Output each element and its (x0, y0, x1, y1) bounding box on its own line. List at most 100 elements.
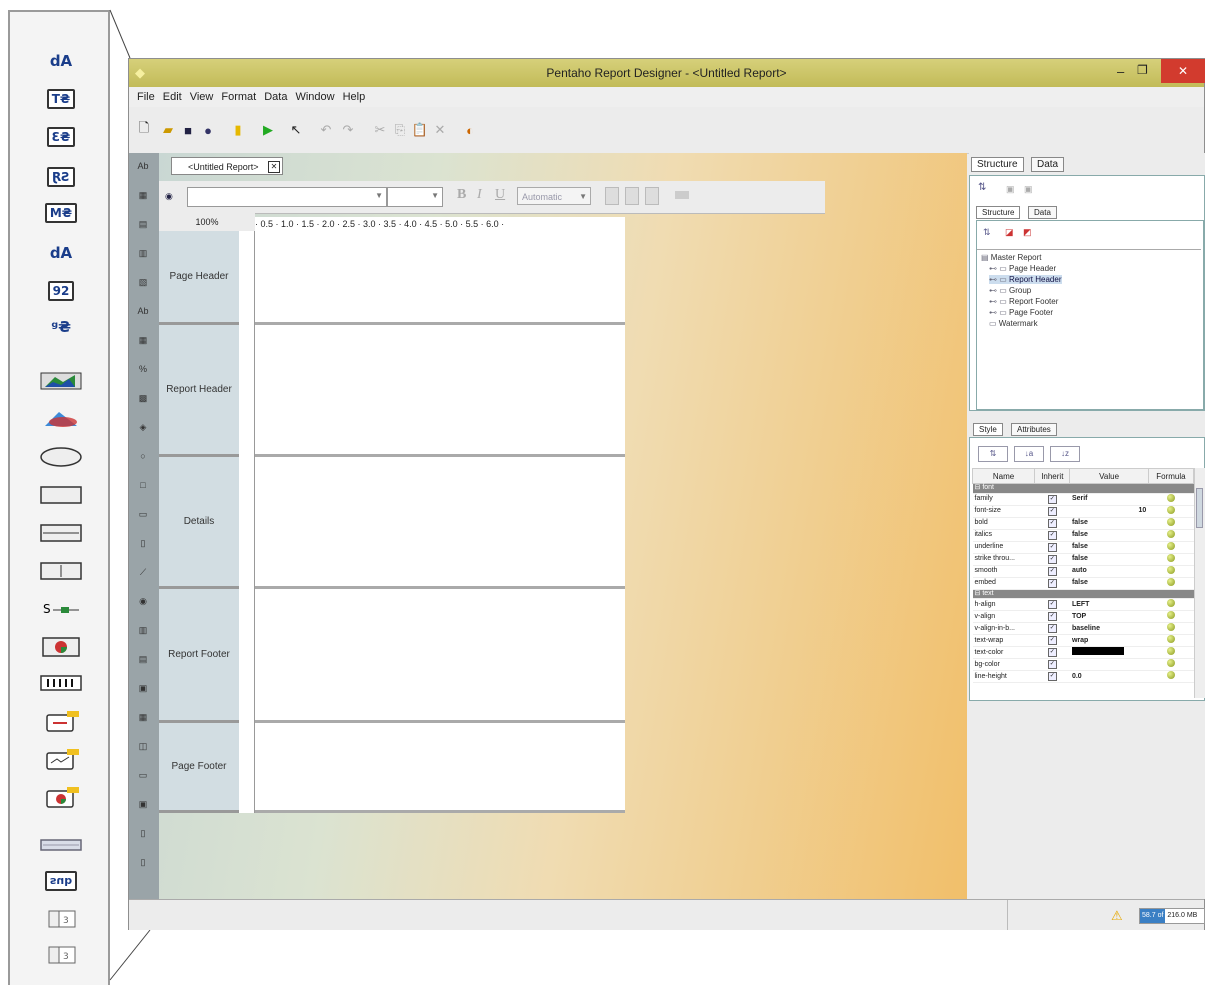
inherit-checkbox[interactable]: ✓ (1047, 566, 1057, 576)
property-value[interactable]: false (1069, 529, 1149, 542)
element-tool-8-icon[interactable]: ▩ (136, 393, 150, 405)
column-header-inherit[interactable]: Inherit (1034, 468, 1071, 484)
run-icon[interactable]: ▶ (259, 121, 277, 139)
formula-icon[interactable] (1166, 577, 1175, 586)
element-tool-12-icon[interactable]: ▭ (136, 509, 150, 521)
font-color-select[interactable]: Automatic ▼ (517, 187, 591, 205)
report-tab[interactable]: <Untitled Report> ✕ (171, 157, 283, 175)
properties-scrollbar[interactable] (1194, 468, 1205, 698)
tree-node-watermark[interactable]: ▭ Watermark (989, 319, 1038, 328)
formula-icon[interactable] (1166, 517, 1175, 526)
cut-icon[interactable]: ✂ (371, 121, 389, 139)
inherit-checkbox[interactable]: ✓ (1047, 636, 1057, 645)
align-left-button[interactable] (605, 187, 619, 205)
tab-structure[interactable]: Structure (971, 157, 1024, 172)
formula-icon[interactable] (1166, 611, 1175, 619)
tree-node-page-header[interactable]: ⊷ ▭ Page Header (989, 264, 1056, 273)
element-tool-7-icon[interactable]: % (136, 364, 150, 376)
tab-data[interactable]: Data (1031, 157, 1065, 172)
inherit-checkbox[interactable]: ✓ (1047, 660, 1057, 669)
sort-icon[interactable]: ⇅ (978, 182, 986, 193)
element-tool-19-icon[interactable]: ▦ (136, 712, 150, 724)
justify-button[interactable] (675, 191, 689, 199)
align-center-button[interactable] (625, 187, 639, 205)
scroll-thumb[interactable] (1196, 488, 1203, 528)
align-right-button[interactable] (645, 187, 659, 205)
inherit-checkbox[interactable]: ✓ (1047, 648, 1057, 657)
tab-inner-structure[interactable]: Structure (976, 206, 1021, 219)
property-row[interactable]: smooth ✓ auto (972, 565, 1194, 578)
property-row[interactable]: italics ✓ false (972, 529, 1194, 542)
tab-inner-data[interactable]: Data (1028, 206, 1057, 219)
inherit-checkbox[interactable]: ✓ (1047, 494, 1057, 504)
element-tool-15-icon[interactable]: ◉ (136, 596, 150, 608)
element-tool-21-icon[interactable]: ▭ (136, 770, 150, 782)
collapse-icon[interactable]: ⊟ (975, 590, 981, 597)
datasource-icon[interactable]: ▮ (229, 121, 247, 139)
inherit-checkbox[interactable]: ✓ (1047, 600, 1057, 609)
property-value[interactable]: TOP (1069, 610, 1149, 623)
select-icon[interactable]: ↖ (287, 121, 305, 139)
sort-za-icon[interactable]: ↓z (1050, 446, 1080, 462)
inherit-checkbox[interactable]: ✓ (1047, 672, 1057, 681)
band-label-page-header[interactable]: Page Header (159, 231, 239, 325)
property-row[interactable]: text-wrap ✓ wrap (972, 634, 1194, 647)
inherit-checkbox[interactable]: ✓ (1047, 554, 1057, 564)
property-value[interactable]: false (1069, 577, 1149, 590)
redo-icon[interactable]: ↷ (339, 121, 357, 139)
column-header-value[interactable]: Value (1069, 468, 1149, 484)
inherit-checkbox[interactable]: ✓ (1047, 542, 1057, 552)
formula-icon[interactable] (1166, 505, 1175, 514)
inherit-checkbox[interactable]: ✓ (1047, 612, 1057, 621)
publish-icon[interactable]: ● (199, 121, 217, 139)
band-label-page-footer[interactable]: Page Footer (159, 723, 239, 813)
element-tool-0-icon[interactable]: Ab (136, 161, 150, 173)
element-tool-14-icon[interactable]: ⟋ (136, 567, 150, 579)
menu-window[interactable]: Window (295, 91, 334, 103)
menu-help[interactable]: Help (343, 91, 366, 103)
tree-node-report-header[interactable]: ⊷ ▭ Report Header (989, 275, 1062, 284)
band-label-report-header[interactable]: Report Header (159, 325, 239, 457)
new-icon[interactable]: 🗋 (135, 120, 153, 139)
formula-icon[interactable] (1166, 529, 1175, 538)
band-label-details[interactable]: Details (159, 457, 239, 589)
tab-style[interactable]: Style (973, 423, 1003, 436)
column-header-name[interactable]: Name (971, 468, 1036, 484)
property-value[interactable]: false (1069, 541, 1149, 554)
restore-button[interactable]: ❐ (1137, 63, 1148, 77)
element-tool-16-icon[interactable]: ▥ (136, 625, 150, 637)
property-row[interactable]: font-size ✓ 10 (972, 505, 1194, 518)
menu-data[interactable]: Data (264, 91, 287, 103)
minimize-button[interactable]: – (1117, 64, 1124, 79)
formula-icon[interactable] (1166, 623, 1175, 631)
element-tool-24-icon[interactable]: ▯ (136, 857, 150, 869)
property-row[interactable]: bold ✓ false (972, 517, 1194, 530)
font-size-select[interactable]: ▼ (387, 187, 443, 207)
element-tool-22-icon[interactable]: ▣ (136, 799, 150, 811)
formula-icon[interactable] (1166, 647, 1175, 655)
element-tool-1-icon[interactable]: ▦ (136, 190, 150, 202)
copy-node-icon[interactable]: ▣ (1006, 184, 1015, 195)
property-value[interactable]: wrap (1069, 634, 1149, 647)
tree-move-icon[interactable]: ◪ (1005, 227, 1014, 238)
warning-icon[interactable]: ⚠ (1111, 908, 1123, 924)
close-button[interactable]: ✕ (1161, 59, 1205, 83)
undo-icon[interactable]: ↶ (317, 121, 335, 139)
band-label-report-footer[interactable]: Report Footer (159, 589, 239, 723)
formula-icon[interactable] (1166, 671, 1175, 679)
element-tool-6-icon[interactable]: ▦ (136, 335, 150, 347)
font-family-select[interactable]: ▼ (187, 187, 387, 207)
formula-icon[interactable] (1166, 659, 1175, 667)
band-body-page-header[interactable] (255, 231, 625, 325)
menu-edit[interactable]: Edit (163, 91, 182, 103)
element-tool-13-icon[interactable]: ▯ (136, 538, 150, 550)
color-swatch[interactable] (1071, 647, 1124, 655)
element-tool-10-icon[interactable]: ○ (136, 451, 150, 463)
property-value[interactable] (1069, 658, 1149, 671)
element-tool-5-icon[interactable]: Ab (136, 306, 150, 318)
collapse-icon[interactable]: ⊟ (975, 484, 981, 491)
formula-icon[interactable] (1166, 541, 1175, 550)
element-tool-20-icon[interactable]: ◫ (136, 741, 150, 753)
bold-button[interactable]: B (457, 187, 466, 203)
formula-icon[interactable] (1166, 493, 1175, 502)
